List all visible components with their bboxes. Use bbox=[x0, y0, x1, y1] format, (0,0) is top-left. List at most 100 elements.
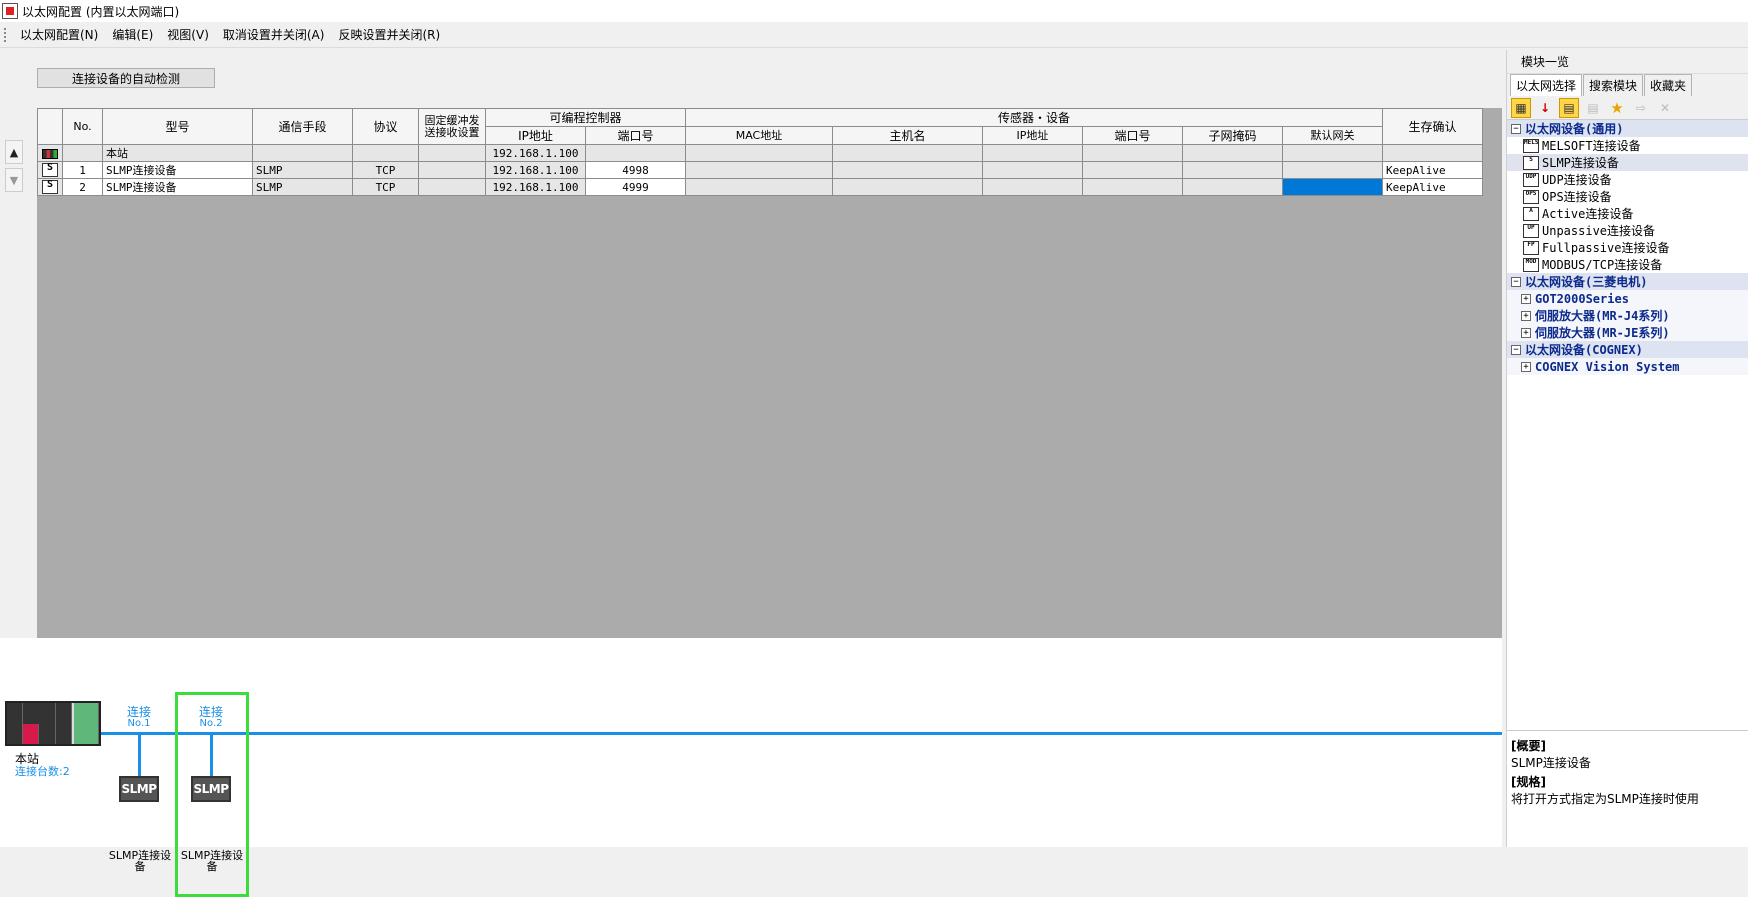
melsoft-icon: MELSOFT bbox=[1523, 138, 1539, 153]
unpassive-icon: UP bbox=[1523, 223, 1539, 238]
menu-apply-close[interactable]: 反映设置并关闭(R) bbox=[332, 24, 448, 45]
table-row[interactable]: 1 SLMP连接设备 SLMP TCP 192.168.1.100 4998 K… bbox=[37, 161, 1483, 179]
tree-item-active[interactable]: A Active连接设备 bbox=[1507, 205, 1748, 222]
triangle-down-icon: ▼ bbox=[9, 173, 19, 187]
sub-label: COGNEX Vision System bbox=[1535, 359, 1680, 374]
settings-grid-area: No. 型号 通信手段 协议 固定缓冲发送接收设置 可编程控制器 传感器・设备 … bbox=[37, 108, 1502, 638]
spec-text: 将打开方式指定为SLMP连接时使用 bbox=[1511, 792, 1699, 806]
sub-label: 伺服放大器(MR-J4系列) bbox=[1535, 309, 1670, 323]
module-list-panel: 模块一览 以太网选择 搜索模块 收藏夹 ▦ ↓ ▤ ▤ ★ ⇨ ✕ − 以太网设备… bbox=[1506, 50, 1748, 847]
table-row[interactable]: 本站 192.168.1.100 bbox=[37, 144, 1483, 162]
header-plc-port: 端口号 bbox=[585, 126, 686, 145]
row-comm[interactable]: SLMP bbox=[252, 161, 353, 179]
tree-sub-got2000[interactable]: + GOT2000Series bbox=[1507, 290, 1748, 307]
menu-ethernet-config[interactable]: 以太网配置(N) bbox=[14, 24, 106, 45]
row-dev-ip bbox=[982, 178, 1083, 196]
plc-slot bbox=[56, 703, 72, 744]
panel-tabs: 以太网选择 搜索模块 收藏夹 bbox=[1507, 74, 1748, 96]
row-protocol[interactable]: TCP bbox=[352, 161, 419, 179]
collapse-icon[interactable]: − bbox=[1511, 276, 1521, 287]
category-label: 以太网设备(三菱电机) bbox=[1525, 275, 1648, 289]
row-comm[interactable]: SLMP bbox=[252, 178, 353, 196]
delete-icon[interactable]: ✕ bbox=[1655, 98, 1675, 118]
row-protocol[interactable]: TCP bbox=[352, 178, 419, 196]
tree-item-ops[interactable]: OPS OPS连接设备 bbox=[1507, 188, 1748, 205]
modbus-icon: MOD bbox=[1523, 257, 1539, 272]
network-bus-line bbox=[100, 732, 1502, 735]
table-row[interactable]: 2 SLMP连接设备 SLMP TCP 192.168.1.100 4999 K… bbox=[37, 178, 1483, 196]
add-favorite-icon[interactable]: ⇨ bbox=[1631, 98, 1651, 118]
expand-icon[interactable]: + bbox=[1521, 361, 1531, 372]
row-no: 1 bbox=[62, 161, 103, 179]
move-up-button[interactable]: ▲ bbox=[5, 140, 23, 164]
tree-sub-mr-je[interactable]: + 伺服放大器(MR-JE系列) bbox=[1507, 324, 1748, 341]
fullpassive-icon: FP bbox=[1523, 240, 1539, 255]
panel-title: 模块一览 bbox=[1507, 50, 1748, 74]
tree-category-mitsubishi[interactable]: − 以太网设备(三菱电机) bbox=[1507, 273, 1748, 290]
selected-device-frame[interactable] bbox=[175, 692, 249, 897]
row-plc-ip: 192.168.1.100 bbox=[485, 161, 586, 179]
row-subnet bbox=[1182, 144, 1283, 162]
auto-detect-button[interactable]: 连接设备的自动检测 bbox=[37, 68, 215, 88]
row-gateway-selected[interactable] bbox=[1282, 178, 1383, 196]
row-mac bbox=[685, 161, 833, 179]
collapse-icon[interactable]: ▤ bbox=[1583, 98, 1603, 118]
ops-icon: OPS bbox=[1523, 189, 1539, 204]
collapse-icon[interactable]: − bbox=[1511, 344, 1521, 355]
tab-favorites[interactable]: 收藏夹 bbox=[1644, 74, 1693, 96]
connection-no: No.1 bbox=[127, 718, 151, 729]
row-comm bbox=[252, 144, 353, 162]
move-down-button[interactable]: ▼ bbox=[5, 168, 23, 192]
triangle-up-icon: ▲ bbox=[9, 145, 19, 159]
spec-heading: [规格] bbox=[1511, 775, 1546, 789]
slmp-device-1-icon[interactable]: SLMP bbox=[119, 776, 159, 802]
tab-search-module[interactable]: 搜索模块 bbox=[1583, 74, 1644, 96]
tree-item-modbus[interactable]: MOD MODBUS/TCP连接设备 bbox=[1507, 256, 1748, 273]
tree-sub-mr-j4[interactable]: + 伺服放大器(MR-J4系列) bbox=[1507, 307, 1748, 324]
row-plc-ip[interactable]: 192.168.1.100 bbox=[485, 144, 586, 162]
row-subnet bbox=[1182, 178, 1283, 196]
item-label: OPS连接设备 bbox=[1542, 190, 1612, 204]
expand-icon[interactable]: ▤ bbox=[1559, 97, 1579, 118]
row-plc-port[interactable]: 4999 bbox=[585, 178, 686, 196]
row-alive[interactable]: KeepAlive bbox=[1382, 161, 1483, 179]
row-plc-ip: 192.168.1.100 bbox=[485, 178, 586, 196]
menu-view[interactable]: 视图(V) bbox=[161, 24, 217, 45]
row-model: SLMP连接设备 bbox=[102, 161, 253, 179]
menu-edit[interactable]: 编辑(E) bbox=[106, 24, 161, 45]
row-dev-ip bbox=[982, 144, 1083, 162]
tree-sub-cognex-vision[interactable]: + COGNEX Vision System bbox=[1507, 358, 1748, 375]
category-view-icon[interactable]: ▦ bbox=[1511, 97, 1531, 118]
tree-category-general[interactable]: − 以太网设备(通用) bbox=[1507, 120, 1748, 137]
row-dev-port bbox=[1082, 178, 1183, 196]
sort-az-icon[interactable]: ↓ bbox=[1535, 98, 1555, 118]
expand-icon[interactable]: + bbox=[1521, 293, 1531, 304]
slmp-device-icon bbox=[42, 163, 58, 177]
description-panel: [概要] SLMP连接设备 [规格] 将打开方式指定为SLMP连接时使用 bbox=[1507, 730, 1748, 847]
header-dev-ip: IP地址 bbox=[982, 126, 1083, 145]
row-alive[interactable]: KeepAlive bbox=[1382, 178, 1483, 196]
tab-ethernet-select[interactable]: 以太网选择 bbox=[1510, 74, 1583, 96]
tree-category-cognex[interactable]: − 以太网设备(COGNEX) bbox=[1507, 341, 1748, 358]
row-plc-port[interactable]: 4998 bbox=[585, 161, 686, 179]
header-subnet: 子网掩码 bbox=[1182, 126, 1283, 145]
tree-item-slmp[interactable]: S SLMP连接设备 bbox=[1507, 154, 1748, 171]
tree-item-fullpassive[interactable]: FP Fullpassive连接设备 bbox=[1507, 239, 1748, 256]
udp-icon: UDP bbox=[1523, 172, 1539, 187]
expand-icon[interactable]: + bbox=[1521, 310, 1531, 321]
station-count: 连接台数:2 bbox=[15, 765, 70, 778]
row-host bbox=[832, 161, 983, 179]
tree-item-unpassive[interactable]: UP Unpassive连接设备 bbox=[1507, 222, 1748, 239]
plc-station-icon[interactable] bbox=[5, 701, 101, 746]
menu-bar: 以太网配置(N) 编辑(E) 视图(V) 取消设置并关闭(A) 反映设置并关闭(… bbox=[0, 22, 1748, 48]
row-host bbox=[832, 144, 983, 162]
star-icon[interactable]: ★ bbox=[1607, 98, 1627, 118]
tree-item-melsoft[interactable]: MELSOFTMELSOFT连接设备 bbox=[1507, 137, 1748, 154]
tree-item-udp[interactable]: UDP UDP连接设备 bbox=[1507, 171, 1748, 188]
header-comm-method: 通信手段 bbox=[252, 108, 353, 145]
plc-slot bbox=[39, 703, 56, 744]
active-icon: A bbox=[1523, 206, 1539, 221]
collapse-icon[interactable]: − bbox=[1511, 123, 1521, 134]
expand-icon[interactable]: + bbox=[1521, 327, 1531, 338]
menu-cancel-close[interactable]: 取消设置并关闭(A) bbox=[217, 24, 333, 45]
